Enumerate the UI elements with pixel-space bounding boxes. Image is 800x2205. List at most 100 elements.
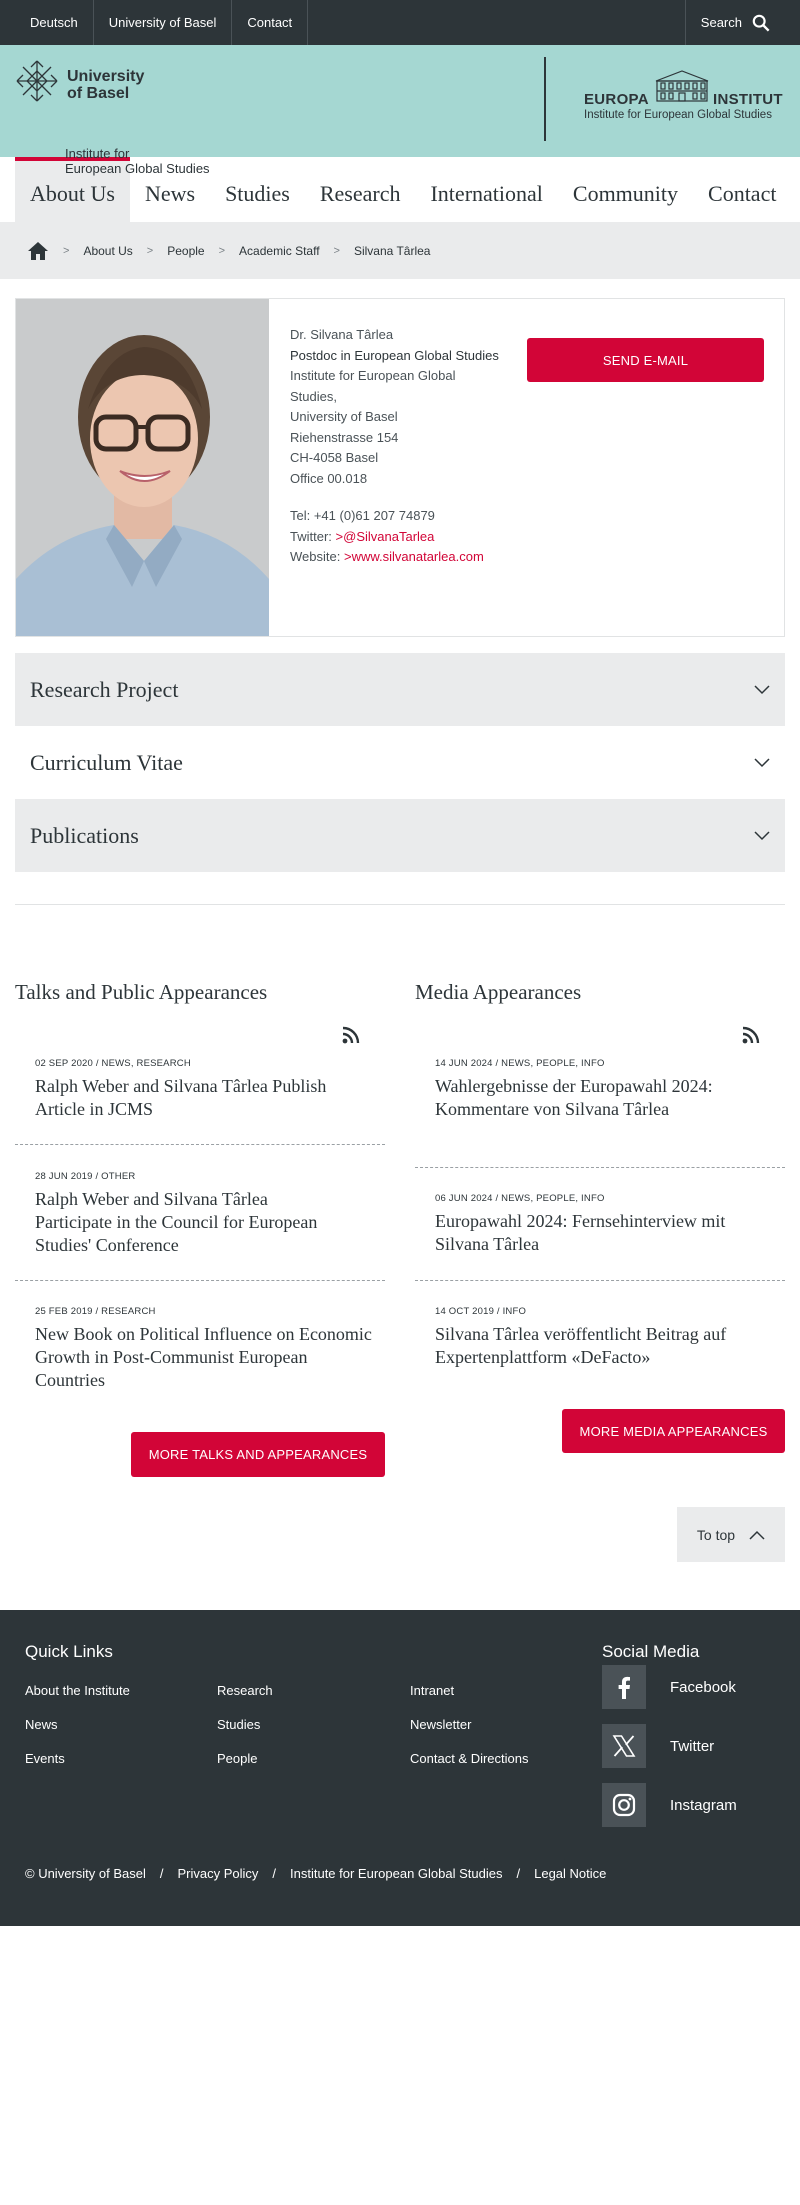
breadcrumb-academic-staff[interactable]: Academic Staff [239, 244, 319, 258]
twitter-footer-link[interactable]: Twitter [602, 1724, 714, 1768]
institute-line-1: Institute for [65, 146, 130, 161]
quick-links-title: Quick Links [25, 1642, 113, 1661]
privacy-policy-link[interactable]: Privacy Policy [177, 1866, 258, 1881]
media-item[interactable]: 14 JUN 2024 / NEWS, PEOPLE, INFO Wahlerg… [435, 1058, 745, 1121]
nav-contact[interactable]: Contact [693, 157, 791, 222]
legal-notice-link[interactable]: Legal Notice [534, 1866, 606, 1881]
facebook-link[interactable]: Facebook [602, 1665, 736, 1709]
item-headline: Ralph Weber and Silvana Târlea Publish A… [35, 1076, 327, 1119]
item-meta: 14 OCT 2019 / INFO [435, 1306, 527, 1317]
website-link[interactable]: >www.silvanatarlea.com [344, 549, 484, 564]
facebook-icon [602, 1665, 646, 1709]
nav-community[interactable]: Community [558, 157, 693, 222]
website-label: Website: [290, 549, 341, 564]
institute-line-2: European Global Studies [65, 161, 210, 176]
address-line: University of Basel [290, 409, 398, 424]
instagram-label: Instagram [670, 1796, 737, 1814]
media-item[interactable]: 06 JUN 2024 / NEWS, PEOPLE, INFO Europaw… [435, 1193, 765, 1256]
footer-link[interactable]: People [217, 1751, 257, 1766]
footer-link[interactable]: Contact & Directions [410, 1751, 529, 1766]
contact-link[interactable]: Contact [232, 0, 309, 45]
home-icon[interactable] [27, 241, 49, 261]
top-bar-links: Deutsch University of Basel Contact [0, 0, 309, 45]
address-line: Riehenstrasse 154 [290, 429, 399, 445]
nav-research[interactable]: Research [305, 157, 416, 222]
item-meta: 25 FEB 2019 / RESEARCH [35, 1306, 156, 1317]
website-url: www.silvanatarlea.com [351, 549, 484, 564]
more-media-button[interactable]: More Media Appearances [562, 1409, 785, 1453]
language-link[interactable]: Deutsch [0, 0, 94, 45]
search-button[interactable]: Search [684, 0, 800, 45]
footer-link[interactable]: Events [25, 1751, 65, 1766]
footer-link[interactable]: News [25, 1717, 58, 1732]
profile-card: Dr. Silvana Târlea Postdoc in European G… [15, 298, 785, 637]
footer-link[interactable]: Intranet [410, 1683, 454, 1698]
address-line: CH-4058 Basel [290, 450, 379, 465]
chevron-right-icon: > [63, 244, 70, 257]
nav-studies[interactable]: Studies [210, 157, 305, 222]
twitter-handle: @SilvanaTarlea [343, 528, 435, 544]
accordion-title: Curriculum Vitae [30, 749, 183, 775]
breadcrumb-about-us[interactable]: About Us [83, 244, 132, 258]
university-link[interactable]: University of Basel [94, 0, 233, 45]
footer-link[interactable]: Research [217, 1683, 273, 1698]
copyright-link[interactable]: © University of Basel [25, 1866, 146, 1881]
accordion-publications[interactable]: Publications [15, 799, 785, 872]
talks-title: Talks and Public Appearances [15, 980, 268, 1004]
instagram-link[interactable]: Instagram [602, 1783, 737, 1827]
address-line: Office 00.018 [290, 470, 368, 486]
top-bar: Deutsch University of Basel Contact Sear… [0, 0, 800, 45]
chevron-down-icon [754, 830, 770, 840]
breadcrumb-people[interactable]: People [167, 244, 204, 258]
twitter-footer-label: Twitter [670, 1737, 715, 1755]
media-item[interactable]: 14 OCT 2019 / INFO Silvana Târlea veröff… [435, 1306, 765, 1369]
chevron-right-icon: > [333, 244, 340, 257]
send-email-button[interactable]: Send E-Mail [527, 338, 764, 382]
accordion-curriculum-vitae[interactable]: Curriculum Vitae [15, 726, 785, 799]
rss-icon[interactable] [342, 1026, 360, 1044]
site-footer: Quick Links About the Institute News Eve… [0, 1610, 800, 1926]
footer-link[interactable]: Studies [217, 1717, 260, 1732]
item-meta: 06 JUN 2024 / NEWS, PEOPLE, INFO [435, 1193, 605, 1204]
profile-photo [16, 299, 269, 636]
to-top-label: To top [696, 1526, 736, 1543]
separator: / [272, 1866, 277, 1881]
institute-link[interactable]: Institute for European Global Studies [290, 1866, 502, 1881]
rss-icon[interactable] [742, 1026, 760, 1044]
search-label: Search [700, 15, 742, 30]
header-divider [544, 57, 546, 141]
telephone: Tel: +41 (0)61 207 74879 [290, 508, 435, 523]
twitter-link[interactable]: >@SilvanaTarlea [336, 529, 435, 544]
website-row: Website: >www.silvanatarlea.com [290, 547, 500, 568]
social-media-title: Social Media [602, 1642, 700, 1661]
item-headline: Wahlergebnisse der Europawahl 2024: Komm… [435, 1076, 713, 1119]
x-icon [602, 1724, 646, 1768]
site-header: University of Basel Institute for Europe… [0, 45, 800, 176]
accordion-title: Publications [30, 822, 139, 848]
footer-link[interactable]: Newsletter [410, 1717, 471, 1732]
item-meta: 14 JUN 2024 / NEWS, PEOPLE, INFO [435, 1058, 605, 1069]
chevron-right-icon: > [218, 244, 226, 257]
more-talks-button[interactable]: More Talks and Appearances [131, 1432, 385, 1477]
accordion-title: Research Project [30, 676, 179, 702]
nav-international[interactable]: International [415, 157, 557, 222]
breadcrumb: > About Us > People > Academic Staff > S… [0, 222, 800, 279]
item-headline: Europawahl 2024: Fernsehinterview mit Si… [435, 1211, 726, 1254]
accordion-research-project[interactable]: Research Project [15, 653, 785, 726]
talk-item[interactable]: 28 JUN 2019 / OTHER Ralph Weber and Silv… [35, 1171, 335, 1257]
item-meta: 28 JUN 2019 / OTHER [35, 1171, 136, 1182]
separator: / [516, 1866, 521, 1881]
facebook-label: Facebook [670, 1678, 736, 1696]
link-arrow-icon: > [335, 528, 344, 544]
item-headline: New Book on Political Influence on Econo… [35, 1324, 372, 1390]
item-headline: Silvana Târlea veröffentlicht Beitrag au… [435, 1324, 727, 1367]
europa-word: EUROPA [584, 91, 649, 108]
footer-link[interactable]: About the Institute [25, 1683, 130, 1698]
item-divider [15, 1280, 385, 1281]
search-icon [752, 14, 770, 31]
twitter-row: Twitter: >@SilvanaTarlea [290, 527, 500, 548]
to-top-button[interactable]: To top [677, 1507, 785, 1562]
person-role: Postdoc in European Global Studies [290, 347, 499, 363]
talk-item[interactable]: 02 SEP 2020 / NEWS, RESEARCH Ralph Weber… [35, 1058, 335, 1121]
talk-item[interactable]: 25 FEB 2019 / RESEARCH New Book on Polit… [35, 1306, 375, 1392]
